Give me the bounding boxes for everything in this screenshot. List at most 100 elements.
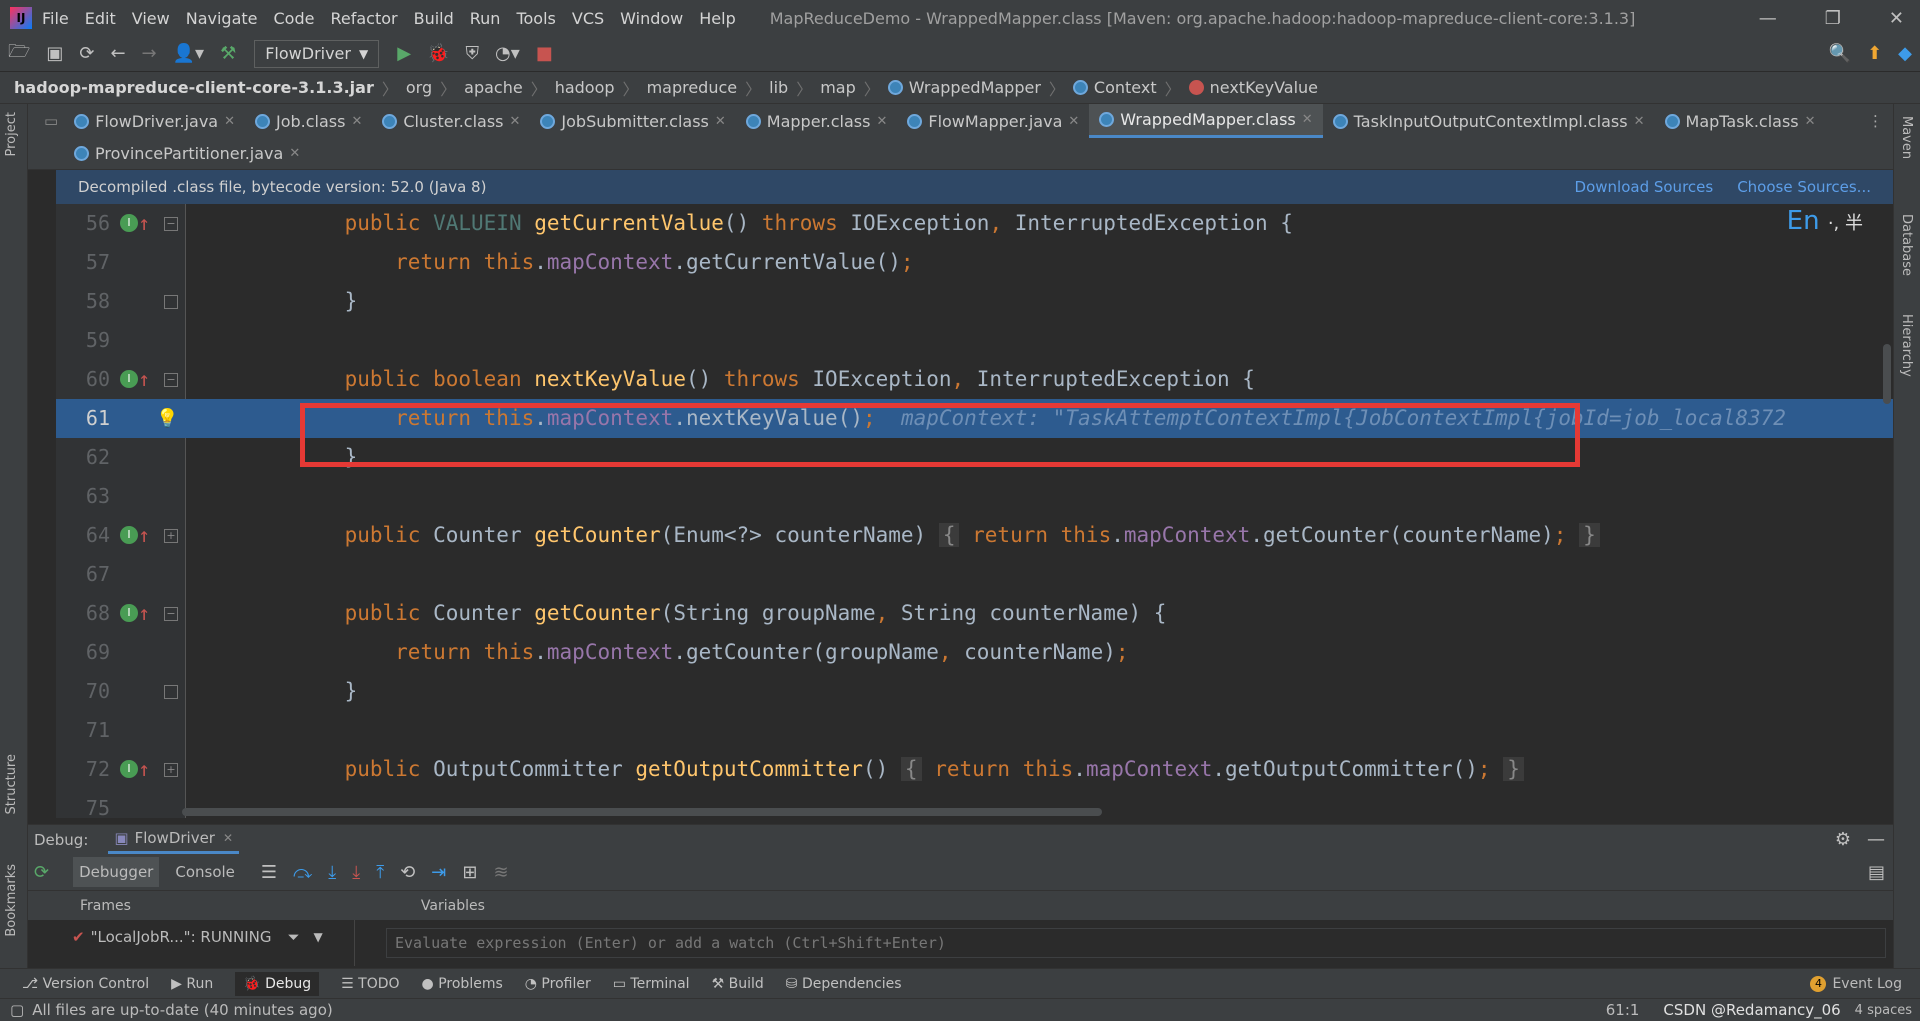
breadcrumb-method[interactable]: nextKeyValue <box>1210 78 1318 97</box>
breadcrumb-map[interactable]: map <box>820 78 856 97</box>
update-icon[interactable]: ⬆ <box>1867 43 1882 64</box>
run-config-selector[interactable]: FlowDriver ▼ <box>254 39 380 68</box>
breadcrumb-wrappedmapper[interactable]: WrappedMapper <box>909 78 1041 97</box>
override-arrow-icon[interactable]: ↑ <box>138 204 150 243</box>
tool-terminal[interactable]: ▭ Terminal <box>613 976 690 992</box>
chevron-down-icon[interactable]: ▼ <box>314 930 323 944</box>
tab-job[interactable]: Job.class ✕ <box>245 104 372 138</box>
tool-run[interactable]: ▶ Run <box>171 976 213 992</box>
thread-selector[interactable]: ✔ "LocalJobR...": RUNNING ⏷ ▼ <box>72 928 323 946</box>
menu-view[interactable]: View <box>132 9 170 28</box>
breadcrumb-org[interactable]: org <box>406 78 432 97</box>
event-log-button[interactable]: 4 Event Log <box>1810 975 1902 992</box>
menu-help[interactable]: Help <box>699 9 735 28</box>
fold-icon[interactable]: − <box>164 373 178 387</box>
tab-jobsubmitter[interactable]: JobSubmitter.class ✕ <box>530 104 735 138</box>
tab-console[interactable]: Console <box>175 863 235 881</box>
menu-code[interactable]: Code <box>274 9 315 28</box>
more-tabs-icon[interactable]: ⋮ <box>1868 112 1883 130</box>
restore-icon[interactable]: ❐ <box>1825 8 1841 29</box>
tool-problems[interactable]: ● Problems <box>422 976 503 992</box>
close-icon[interactable]: ✕ <box>351 114 362 129</box>
project-view-icon[interactable]: ▭ <box>44 112 58 130</box>
close-icon[interactable]: ✕ <box>289 146 300 161</box>
hierarchy-tool-tab[interactable]: Hierarchy <box>1899 314 1914 377</box>
close-icon[interactable]: ✕ <box>1302 112 1313 127</box>
tab-flowdriver[interactable]: FlowDriver.java ✕ <box>64 104 245 138</box>
indent-setting[interactable]: 4 spaces <box>1855 1003 1912 1018</box>
minimize-icon[interactable]: — <box>1759 8 1777 29</box>
force-step-into-icon[interactable]: ⤓ <box>352 862 360 883</box>
rerun-icon[interactable]: ⟳ <box>34 862 49 883</box>
breadcrumb-context[interactable]: Context <box>1094 78 1157 97</box>
tab-debugger[interactable]: Debugger <box>73 857 160 887</box>
tool-dependencies[interactable]: ⛁ Dependencies <box>786 976 902 992</box>
evaluate-expression-icon[interactable]: ⊞ <box>462 862 477 883</box>
menu-icon[interactable]: ☰ <box>261 862 277 883</box>
breadcrumb-mapreduce[interactable]: mapreduce <box>647 78 738 97</box>
close-icon[interactable]: ✕ <box>223 831 233 845</box>
tab-taskinputoutputcontextimpl[interactable]: TaskInputOutputContextImpl.class ✕ <box>1323 104 1655 138</box>
evaluate-expression-input[interactable]: Evaluate expression (Enter) or add a wat… <box>386 928 1886 958</box>
profile-icon[interactable]: ◔▾ <box>495 43 520 64</box>
implements-icon[interactable]: I <box>120 214 138 232</box>
breadcrumb-jar[interactable]: hadoop-mapreduce-client-core-3.1.3.jar <box>14 78 374 97</box>
close-icon[interactable]: ✕ <box>1805 114 1816 129</box>
frames-variables-divider[interactable] <box>354 920 355 966</box>
menu-build[interactable]: Build <box>414 9 454 28</box>
menu-vcs[interactable]: VCS <box>572 9 604 28</box>
close-icon[interactable]: ✕ <box>1068 114 1079 129</box>
expand-icon[interactable]: + <box>164 529 178 543</box>
override-arrow-icon[interactable]: ↑ <box>138 594 150 633</box>
tool-todo[interactable]: ☰ TODO <box>341 976 399 992</box>
tab-cluster[interactable]: Cluster.class ✕ <box>372 104 530 138</box>
override-arrow-icon[interactable]: ↑ <box>138 516 150 555</box>
close-icon[interactable]: ✕ <box>224 114 235 129</box>
code-editor[interactable]: 56 I ↑ − public VALUEIN getCurrentValue()… <box>56 204 1893 818</box>
lightbulb-icon[interactable]: 💡 <box>156 399 178 438</box>
fold-icon[interactable]: − <box>164 217 178 231</box>
drop-frame-icon[interactable]: ⟲ <box>400 862 415 883</box>
run-icon[interactable]: ▶ <box>397 43 411 64</box>
horizontal-scrollbar[interactable] <box>182 808 1102 816</box>
tool-debug[interactable]: 🐞 Debug <box>235 971 320 996</box>
hide-panel-icon[interactable]: — <box>1867 829 1885 850</box>
fold-end-icon[interactable] <box>164 295 178 309</box>
step-over-icon[interactable]: ⤼ <box>293 862 312 883</box>
override-arrow-icon[interactable]: ↑ <box>138 360 150 399</box>
coverage-icon[interactable]: ⛨ <box>465 43 479 64</box>
implements-icon[interactable]: I <box>120 526 138 544</box>
maven-tool-tab[interactable]: Maven <box>1899 116 1914 159</box>
build-hammer-icon[interactable]: ⚒ <box>220 43 236 64</box>
tab-provincepartitioner[interactable]: ProvincePartitioner.java ✕ <box>64 138 310 169</box>
stop-icon[interactable]: ■ <box>536 43 553 64</box>
sync-icon[interactable]: ⟳ <box>79 43 94 64</box>
close-window-icon[interactable]: ✕ <box>1889 8 1904 29</box>
implements-icon[interactable]: I <box>120 760 138 778</box>
debug-session-tab[interactable]: ▣ FlowDriver ✕ <box>108 825 240 854</box>
close-icon[interactable]: ✕ <box>715 114 726 129</box>
step-out-icon[interactable]: ⤒ <box>376 862 384 883</box>
filter-icon[interactable]: ⏷ <box>288 928 300 946</box>
trace-icon[interactable]: ≋ <box>493 862 508 883</box>
menu-run[interactable]: Run <box>470 9 501 28</box>
download-sources-link[interactable]: Download Sources <box>1575 178 1714 196</box>
implements-icon[interactable]: I <box>120 370 138 388</box>
cursor-position[interactable]: 61:1 <box>1606 1001 1640 1019</box>
close-icon[interactable]: ✕ <box>876 114 887 129</box>
override-arrow-icon[interactable]: ↑ <box>138 750 150 789</box>
breadcrumb-apache[interactable]: apache <box>464 78 523 97</box>
search-icon[interactable]: 🔍 <box>1829 43 1851 64</box>
debug-bug-icon[interactable]: 🐞 <box>427 43 449 64</box>
menu-navigate[interactable]: Navigate <box>186 9 258 28</box>
implements-icon[interactable]: I <box>120 604 138 622</box>
open-folder-icon[interactable]: 🗁 <box>8 39 30 69</box>
fold-icon[interactable]: − <box>164 607 178 621</box>
breadcrumb-hadoop[interactable]: hadoop <box>555 78 615 97</box>
choose-sources-link[interactable]: Choose Sources... <box>1737 178 1871 196</box>
back-icon[interactable]: ← <box>110 43 125 64</box>
close-icon[interactable]: ✕ <box>510 114 521 129</box>
tab-maptask[interactable]: MapTask.class ✕ <box>1655 104 1826 138</box>
vertical-scrollbar[interactable] <box>1883 344 1891 404</box>
tool-version-control[interactable]: ⎇ Version Control <box>22 976 149 992</box>
